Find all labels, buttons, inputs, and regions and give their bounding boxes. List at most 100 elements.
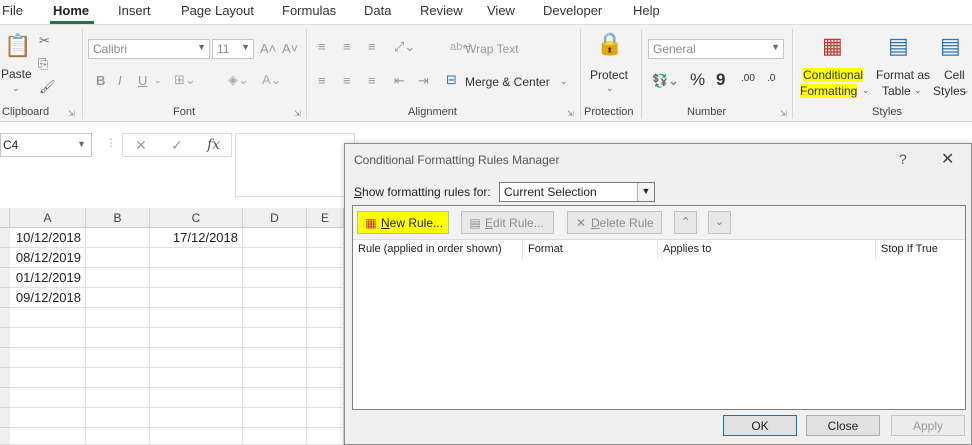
cell-d2[interactable] [243,248,307,268]
row-header[interactable] [0,388,10,408]
menu-view[interactable]: View [487,3,515,18]
row-header[interactable] [0,228,10,248]
column-header-c[interactable]: C [150,208,243,228]
column-header-applies-to[interactable]: Applies to [658,240,876,259]
apply-button[interactable]: Apply [891,415,965,436]
borders-icon[interactable]: ⊞⌄ [174,72,196,88]
cell-d4[interactable] [243,288,307,308]
ok-button[interactable]: OK [723,415,797,436]
cell-c1[interactable]: 17/12/2018 [150,228,243,248]
font-color-icon[interactable]: A⌄ [262,72,282,88]
increase-decimal-button[interactable]: .00 [741,73,755,84]
menu-file[interactable]: File [2,3,23,18]
format-painter-icon[interactable]: 🖌 [39,79,56,95]
row-header[interactable] [0,328,10,348]
protect-button[interactable]: Protect [590,68,628,82]
cell-e11[interactable] [307,428,344,445]
row-header[interactable] [0,248,10,268]
menu-home[interactable]: Home [53,3,89,18]
cell-a9[interactable] [10,388,86,408]
menu-review[interactable]: Review [420,3,463,18]
cell-c10[interactable] [150,408,243,428]
format-as-table-dropdown-icon[interactable]: ⌄ [914,85,922,96]
number-launcher-icon[interactable]: ⇲ [780,109,787,118]
cell-b6[interactable] [86,328,150,348]
comma-style-button[interactable]: 9 [716,70,725,90]
cell-b3[interactable] [86,268,150,288]
paste-icon[interactable]: 📋 [4,33,31,59]
cell-e1[interactable] [307,228,344,248]
decrease-font-icon[interactable]: A˅ [282,41,298,56]
cell-a4[interactable]: 09/12/2018 [10,288,86,308]
cell-c4[interactable] [150,288,243,308]
cell-e9[interactable] [307,388,344,408]
cell-e10[interactable] [307,408,344,428]
cell-e8[interactable] [307,368,344,388]
cell-b1[interactable] [86,228,150,248]
column-header-format[interactable]: Format [523,240,658,259]
menu-formulas[interactable]: Formulas [282,3,336,18]
orientation-icon[interactable]: ⤢⌄ [394,39,415,55]
cell-d5[interactable] [243,308,307,328]
alignment-launcher-icon[interactable]: ⇲ [567,109,574,118]
rules-list[interactable]: Rule (applied in order shown) Format App… [353,239,965,409]
column-header-rule[interactable]: Rule (applied in order shown) [353,240,523,259]
cell-a8[interactable] [10,368,86,388]
format-as-table-button[interactable]: Format as [876,68,930,82]
cell-d11[interactable] [243,428,307,445]
fill-color-icon[interactable]: ◈⌄ [228,72,249,88]
enter-icon[interactable]: ✓ [171,137,183,154]
cell-b9[interactable] [86,388,150,408]
cell-a7[interactable] [10,348,86,368]
cell-d9[interactable] [243,388,307,408]
formula-input[interactable] [235,133,355,197]
row-header[interactable] [0,368,10,388]
cell-d10[interactable] [243,408,307,428]
cell-b5[interactable] [86,308,150,328]
close-button[interactable]: Close [806,415,880,436]
menu-help[interactable]: Help [633,3,660,18]
row-header[interactable] [0,408,10,428]
move-up-button[interactable]: ⌃ [674,211,697,234]
cell-e3[interactable] [307,268,344,288]
clipboard-launcher-icon[interactable]: ⇲ [68,109,75,118]
cell-d7[interactable] [243,348,307,368]
column-header-stop-if-true[interactable]: Stop If True [876,240,946,259]
bold-button[interactable]: B [96,73,105,88]
cell-styles-dropdown-icon[interactable]: ⌄ [962,85,970,96]
cell-e5[interactable] [307,308,344,328]
cancel-icon[interactable]: ✕ [135,137,147,154]
cut-icon[interactable]: ✂ [39,33,50,49]
cell-d3[interactable] [243,268,307,288]
help-button[interactable]: ? [899,151,907,167]
paste-button[interactable]: Paste [1,67,32,81]
format-as-table-button-line2[interactable]: Table [882,84,911,98]
cell-d1[interactable] [243,228,307,248]
column-header-a[interactable]: A [10,208,86,228]
underline-dropdown-icon[interactable]: ⌄ [154,75,162,86]
conditional-formatting-button-line2[interactable]: Formatting [800,84,858,98]
font-size-combo[interactable]: 11 ▼ [212,39,254,59]
menu-insert[interactable]: Insert [118,3,151,18]
align-right-icon[interactable]: ≡ [368,73,376,88]
cell-styles-button-line2[interactable]: Styles [933,84,966,98]
underline-button[interactable]: U [138,73,147,88]
cell-e2[interactable] [307,248,344,268]
row-header[interactable] [0,428,10,445]
cell-b8[interactable] [86,368,150,388]
menu-data[interactable]: Data [364,3,391,18]
insert-function-icon[interactable]: fx [207,137,220,153]
cell-c3[interactable] [150,268,243,288]
cell-e4[interactable] [307,288,344,308]
decrease-decimal-button[interactable]: .0 [767,73,775,84]
cell-c2[interactable] [150,248,243,268]
protect-icon[interactable]: 🔒 [596,31,623,57]
cell-b11[interactable] [86,428,150,445]
show-rules-select[interactable]: Current Selection ▼ [499,182,655,202]
cell-a2[interactable]: 08/12/2019 [10,248,86,268]
cell-c9[interactable] [150,388,243,408]
font-launcher-icon[interactable]: ⇲ [294,109,301,118]
merge-center-button[interactable]: Merge & Center [465,75,550,89]
cell-e7[interactable] [307,348,344,368]
conditional-formatting-button[interactable]: Conditional [803,68,864,82]
